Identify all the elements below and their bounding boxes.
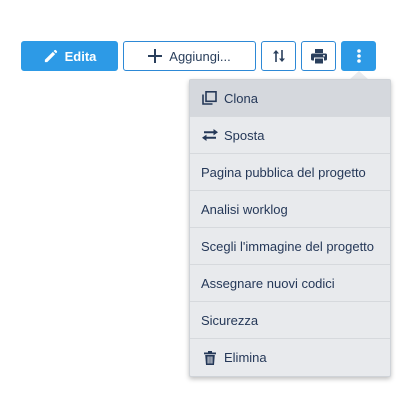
clone-icon (201, 91, 218, 105)
menu-item-worklog-analysis[interactable]: Analisi worklog (190, 191, 390, 228)
menu-item-sposta[interactable]: Sposta (190, 117, 390, 154)
menu-item-label: Sicurezza (201, 312, 259, 328)
menu-item-label: Clona (224, 90, 258, 106)
sort-button[interactable] (261, 41, 296, 71)
menu-item-label: Pagina pubblica del progetto (201, 164, 366, 180)
menu-item-public-page[interactable]: Pagina pubblica del progetto (190, 154, 390, 191)
add-button[interactable]: Aggiungi... (123, 41, 256, 71)
menu-item-label: Scegli l'immagine del progetto (201, 238, 375, 254)
edit-button[interactable]: Edita (21, 41, 118, 71)
print-button[interactable] (301, 41, 336, 71)
menu-item-assign-codes[interactable]: Assegnare nuovi codici (190, 265, 390, 302)
swap-arrows-icon (201, 128, 218, 142)
pencil-icon (43, 49, 58, 64)
menu-item-label: Analisi worklog (201, 201, 288, 217)
more-actions-menu: Clona Sposta Pagina pubblica del progett… (189, 79, 391, 377)
menu-item-label: Assegnare nuovi codici (201, 275, 335, 291)
edit-button-label: Edita (64, 48, 97, 64)
more-actions-button[interactable] (341, 41, 376, 71)
menu-item-elimina[interactable]: Elimina (190, 339, 390, 376)
menu-item-label: Sposta (224, 127, 265, 143)
vertical-ellipsis-icon (356, 49, 361, 63)
add-button-label: Aggiungi... (169, 48, 231, 64)
sort-arrows-icon (272, 49, 286, 63)
menu-item-label: Elimina (224, 350, 267, 365)
menu-item-clona[interactable]: Clona (190, 80, 390, 117)
menu-item-choose-image[interactable]: Scegli l'immagine del progetto (190, 228, 390, 265)
menu-item-security[interactable]: Sicurezza (190, 302, 390, 339)
trash-icon (201, 350, 218, 365)
printer-icon (310, 48, 327, 64)
plus-icon (148, 49, 163, 63)
